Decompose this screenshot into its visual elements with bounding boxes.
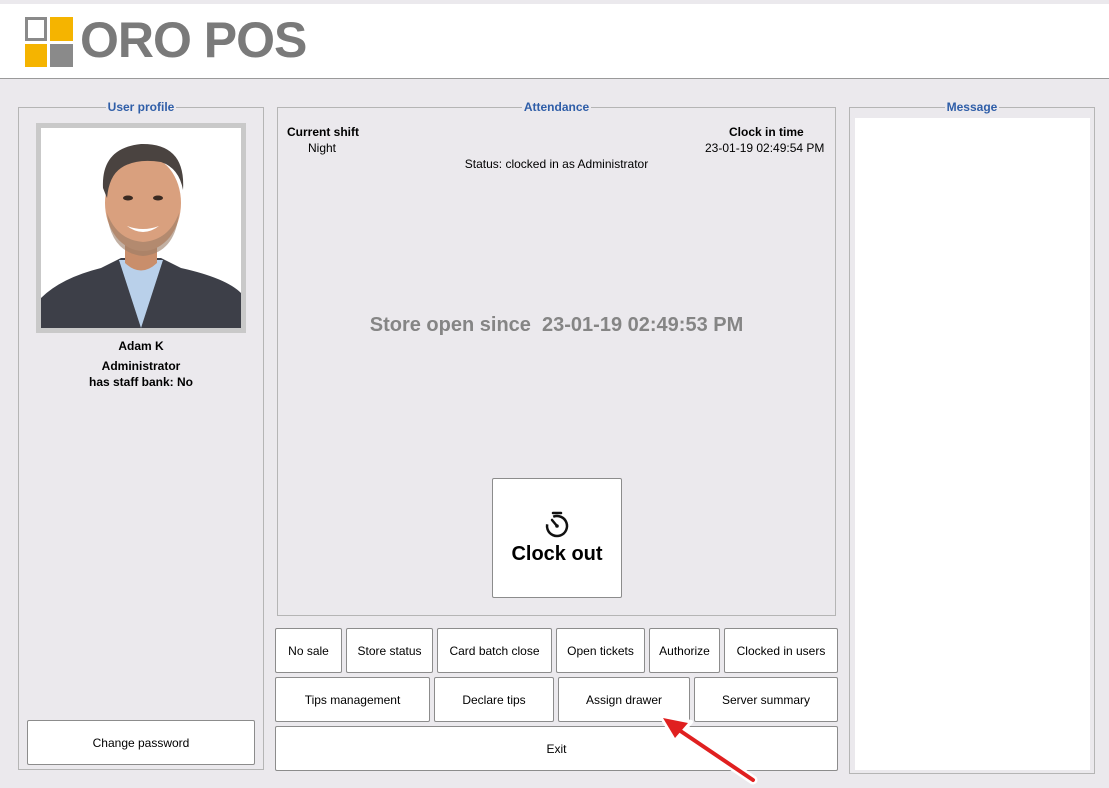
oro-pos-logo-icon (25, 17, 73, 67)
user-photo-frame (36, 123, 246, 333)
attendance-legend: Attendance (523, 100, 590, 114)
current-shift-label: Current shift (287, 125, 359, 139)
tips-management-button[interactable]: Tips management (275, 677, 430, 722)
card-batch-close-button[interactable]: Card batch close (437, 628, 552, 673)
change-password-button[interactable]: Change password (27, 720, 255, 765)
status-text: Status: clocked in as Administrator (464, 157, 649, 171)
clock-in-time-label: Clock in time (729, 125, 804, 139)
open-tickets-button[interactable]: Open tickets (556, 628, 645, 673)
message-legend: Message (946, 100, 998, 114)
clock-out-label: Clock out (511, 542, 603, 565)
clock-out-button[interactable]: Clock out (492, 478, 622, 598)
timer-icon (545, 511, 569, 537)
app-header: ORO POS (0, 0, 1109, 79)
no-sale-button[interactable]: No sale (275, 628, 342, 673)
clocked-in-users-button[interactable]: Clocked in users (724, 628, 838, 673)
store-open-since: Store open since 23-01-19 02:49:53 PM (369, 314, 744, 336)
authorize-button[interactable]: Authorize (649, 628, 720, 673)
assign-drawer-button[interactable]: Assign drawer (558, 677, 690, 722)
declare-tips-button[interactable]: Declare tips (434, 677, 554, 722)
server-summary-button[interactable]: Server summary (694, 677, 838, 722)
person-photo-icon (41, 128, 241, 328)
clock-in-time-value: 23-01-19 02:49:54 PM (705, 141, 825, 155)
user-name: Adam K (118, 339, 164, 353)
store-status-button[interactable]: Store status (346, 628, 433, 673)
user-avatar (41, 128, 241, 328)
message-area (855, 118, 1090, 770)
staff-bank-status: has staff bank: No (88, 375, 193, 389)
user-role: Administrator (101, 359, 181, 373)
exit-button[interactable]: Exit (275, 726, 838, 771)
user-profile-legend: User profile (107, 100, 175, 114)
current-shift-value: Night (308, 141, 337, 155)
logo-text: ORO POS (80, 12, 307, 68)
